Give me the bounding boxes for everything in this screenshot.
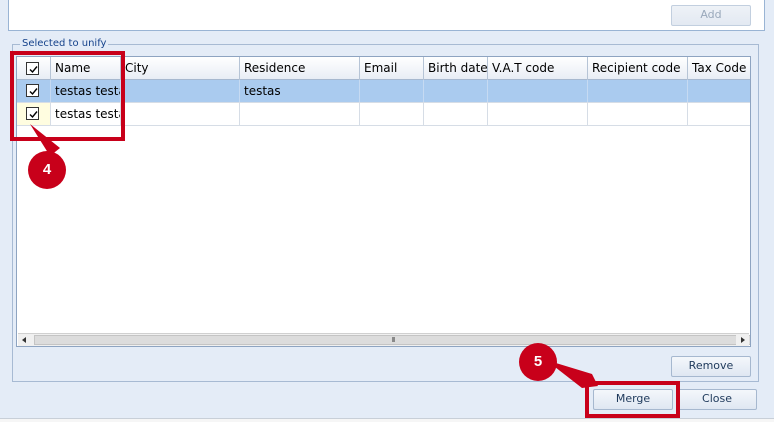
cell-vat-code[interactable] <box>488 103 588 125</box>
cell-vat-code[interactable] <box>488 80 588 102</box>
add-button[interactable]: Add <box>671 5 751 26</box>
cell-tax-code[interactable] <box>688 80 750 102</box>
cell-email[interactable] <box>360 103 424 125</box>
window-bottom-edge <box>0 418 774 422</box>
group-title: Selected to unify <box>20 38 109 50</box>
column-header-email[interactable]: Email <box>360 57 424 80</box>
remove-button[interactable]: Remove <box>671 356 751 377</box>
column-header-tax-code[interactable]: Tax Code <box>688 57 750 80</box>
scroll-right-button[interactable] <box>736 334 749 346</box>
selected-records-grid: Name City Residence Email Birth date V.A… <box>16 56 751 347</box>
cell-city[interactable] <box>121 80 240 102</box>
arrow-left-icon <box>22 337 26 343</box>
cell-recipient-code[interactable] <box>588 103 688 125</box>
cell-recipient-code[interactable] <box>588 80 688 102</box>
scrollbar-thumb[interactable]: III <box>34 335 750 345</box>
column-header-city[interactable]: City <box>121 57 240 80</box>
scroll-left-button[interactable] <box>18 334 31 346</box>
cell-residence[interactable]: testas <box>240 80 360 102</box>
column-header-recipient-code[interactable]: Recipient code <box>588 57 688 80</box>
column-header-residence[interactable]: Residence <box>240 57 360 80</box>
cell-email[interactable] <box>360 80 424 102</box>
cell-tax-code[interactable] <box>688 103 750 125</box>
callout-badge-5: 5 <box>519 343 557 381</box>
search-results-panel <box>8 0 765 31</box>
close-button[interactable]: Close <box>677 389 757 410</box>
cell-residence[interactable] <box>240 103 360 125</box>
grid-header: Name City Residence Email Birth date V.A… <box>17 57 750 80</box>
table-row[interactable]: testas testas testas <box>17 80 750 103</box>
column-header-vat-code[interactable]: V.A.T code <box>488 57 588 80</box>
cell-city[interactable] <box>121 103 240 125</box>
table-row[interactable]: testas testas <box>17 103 750 126</box>
column-header-birth-date[interactable]: Birth date <box>424 57 488 80</box>
callout-badge-4: 4 <box>28 151 66 189</box>
cell-birth-date[interactable] <box>424 80 488 102</box>
horizontal-scrollbar[interactable]: III <box>18 333 750 346</box>
cell-birth-date[interactable] <box>424 103 488 125</box>
arrow-right-icon <box>741 337 745 343</box>
